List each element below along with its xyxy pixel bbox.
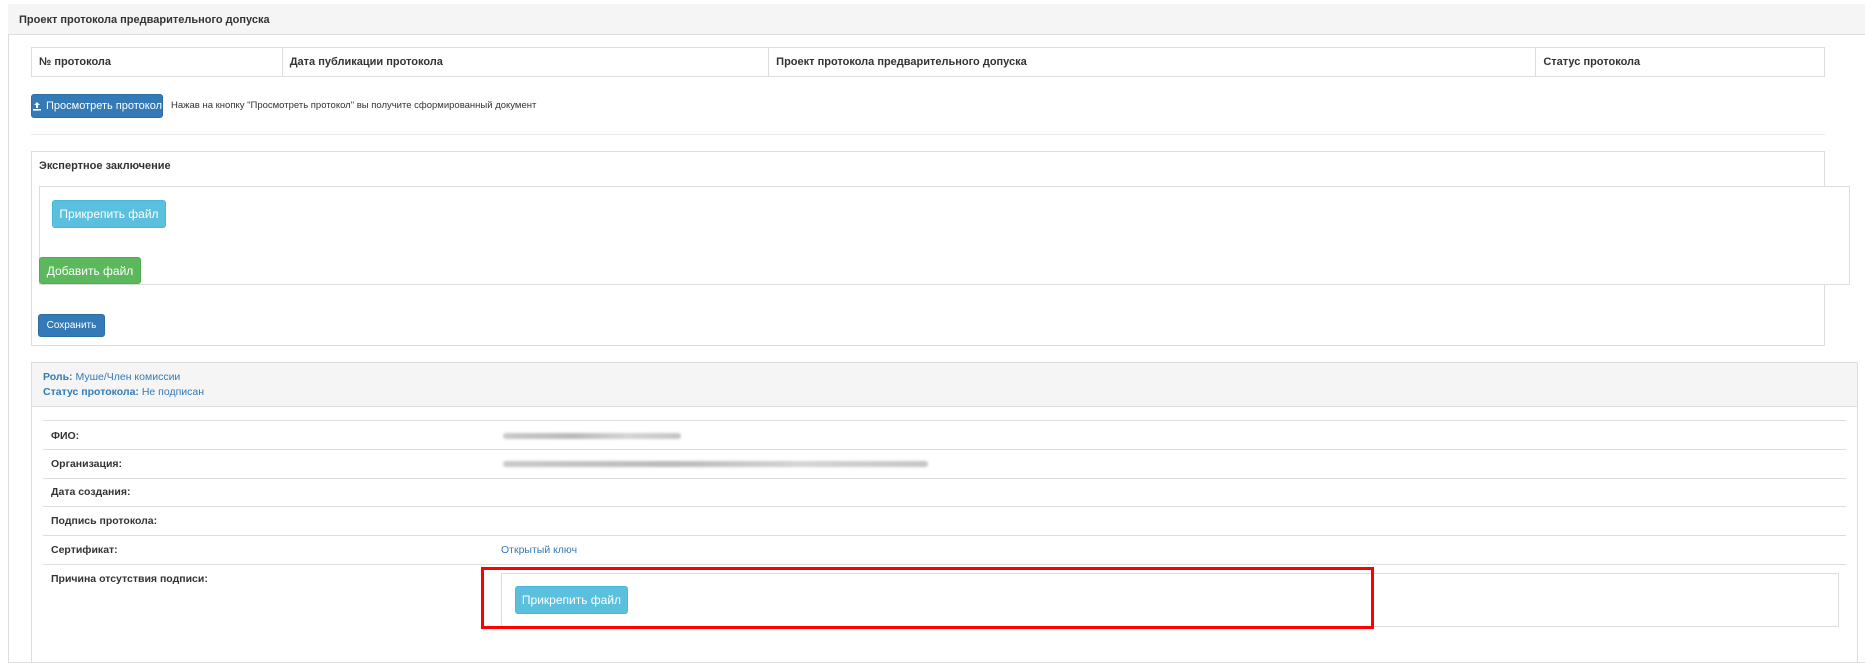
status-value: Не подписан [141,386,205,398]
status-line: Статус протокола: Не подписан [43,386,204,398]
row-divider [43,478,1846,479]
row-divider [43,564,1846,565]
no-signature-reason-label: Причина отсутствия подписи: [51,573,208,585]
upload-icon [32,101,42,111]
row-divider [43,449,1846,450]
organization-label: Организация: [51,458,123,470]
protocol-table-header: № протокола Дата публикации протокола Пр… [31,47,1825,77]
protocol-signature-label: Подпись протокола: [51,515,158,527]
column-protocol-status: Статус протокола [1543,56,1641,68]
row-divider [43,535,1846,536]
row-divider [43,506,1846,507]
role-label: Роль: [43,371,73,383]
divider [31,134,1825,135]
creation-date-label: Дата создания: [51,486,131,498]
save-button[interactable]: Сохранить [38,314,105,337]
reason-attach-file-button[interactable]: Прикрепить файл [515,586,628,614]
role-line: Роль: Муше/Член комиссии [43,371,180,383]
fio-label: ФИО: [51,430,80,442]
expert-title: Экспертное заключение [39,160,171,172]
role-value: Муше/Член комиссии [75,371,181,383]
status-label: Статус протокола: [43,386,139,398]
certificate-label: Сертификат: [51,544,118,556]
column-publication-date: Дата публикации протокола [283,48,770,76]
view-protocol-button[interactable]: Просмотреть протокол [31,94,163,118]
expert-attach-file-button[interactable]: Прикрепить файл [52,200,166,228]
public-key-link[interactable]: Открытый ключ [501,544,577,556]
expert-attach-box [39,186,1850,241]
view-protocol-label: Просмотреть протокол [45,100,163,112]
add-file-button[interactable]: Добавить файл [39,257,141,284]
organization-value-redacted [503,461,928,467]
view-protocol-hint: Нажав на кнопку "Просмотреть протокол" в… [171,100,537,111]
fio-value-redacted [503,433,681,439]
panel-title: Проект протокола предварительного допуск… [8,4,1865,35]
row-divider [43,420,1846,421]
signer-heading [32,363,1857,407]
expert-add-box [39,240,1850,285]
column-protocol-draft: Проект протокола предварительного допуск… [769,48,1537,76]
column-protocol-number: № протокола [32,48,283,76]
